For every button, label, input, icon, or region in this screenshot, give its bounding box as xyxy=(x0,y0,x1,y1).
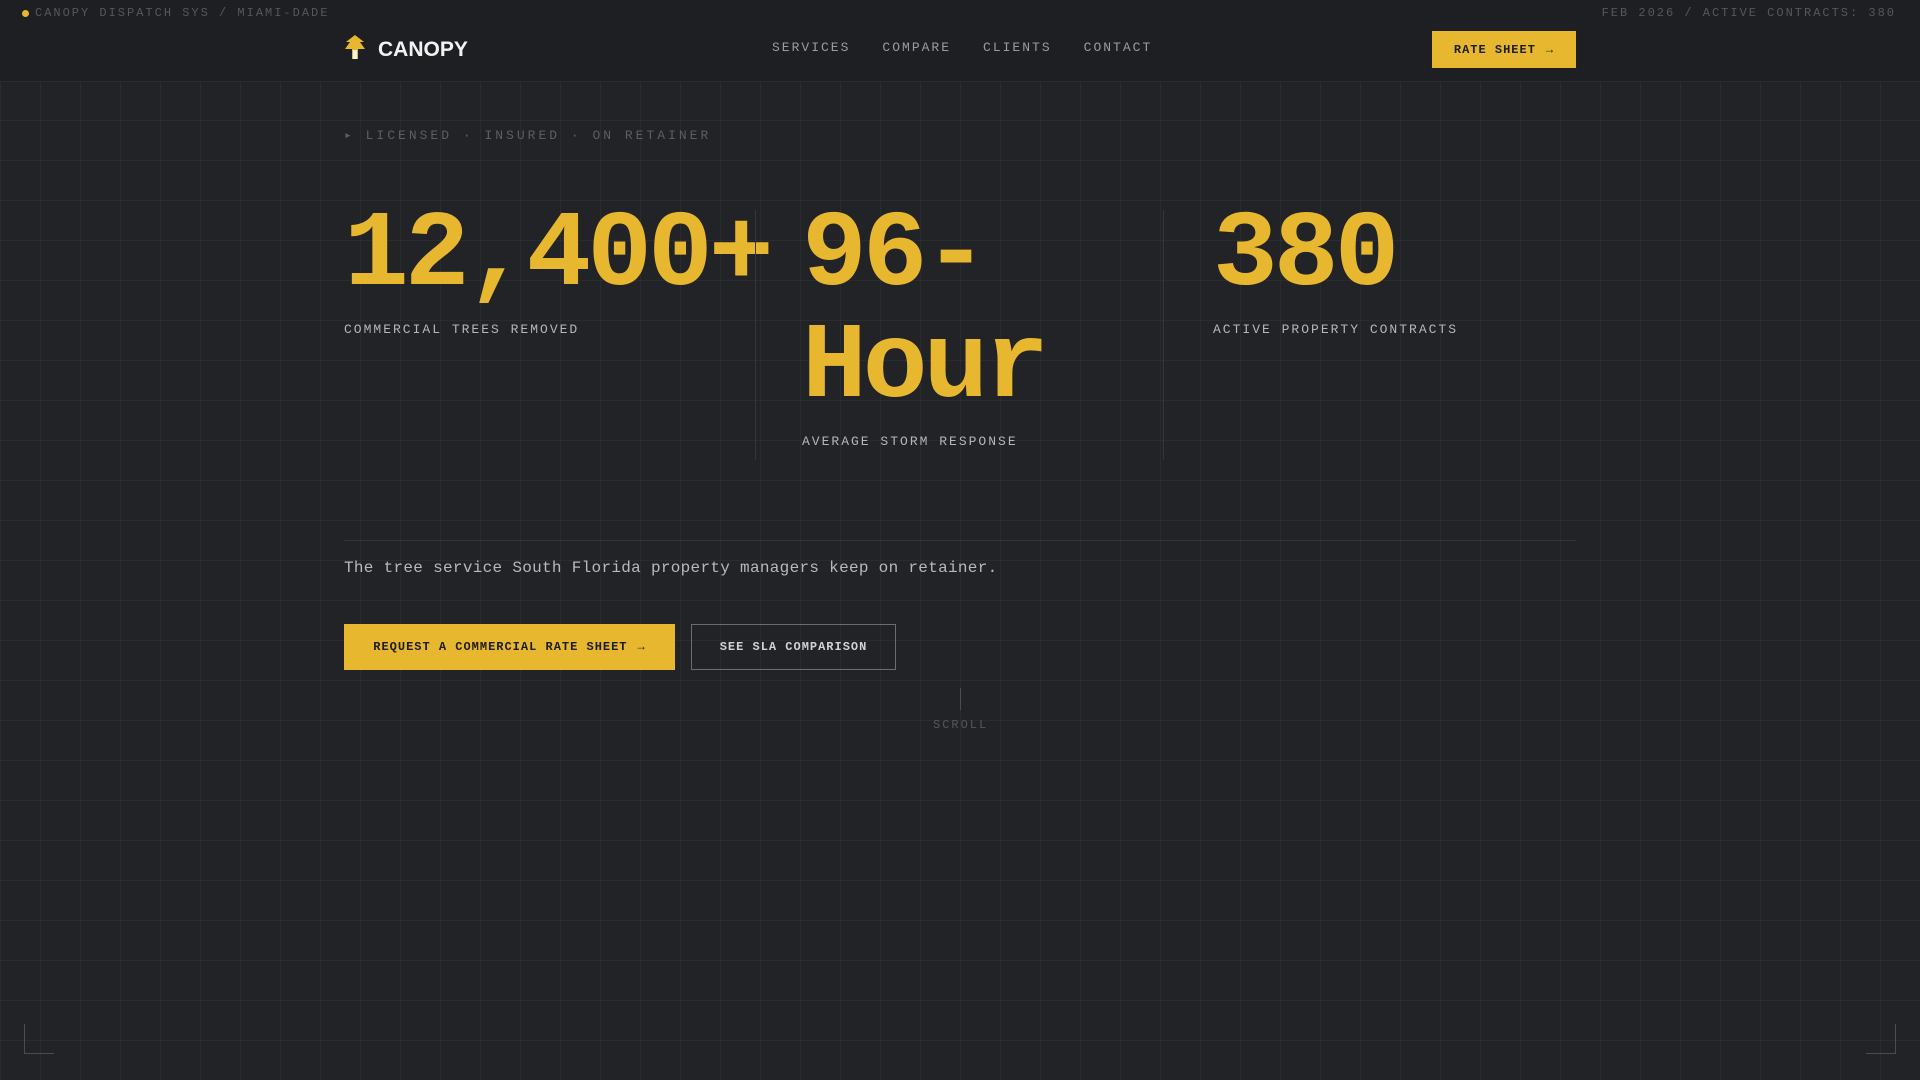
stat-label: AVERAGE STORM RESPONSE xyxy=(802,434,1018,449)
stat-value-line1: 96- xyxy=(802,195,988,317)
system-label: CANOPY DISPATCH SYS / MIAMI-DADE xyxy=(35,6,330,20)
tree-emblem-icon xyxy=(344,34,366,66)
main-nav: SERVICES COMPARE CLIENTS CONTACT xyxy=(772,40,1152,55)
nav-item-services[interactable]: SERVICES xyxy=(772,40,850,55)
system-contracts-readout: FEB 2026 / ACTIVE CONTRACTS: 380 xyxy=(1601,6,1896,20)
stat-value: 12,400+ xyxy=(344,195,774,317)
arrow-right-icon: → xyxy=(1545,42,1555,57)
stat-storm-response: 96- Hour AVERAGE STORM RESPONSE xyxy=(802,195,1049,449)
rate-sheet-label: RATE SHEET xyxy=(1453,42,1536,57)
hero-tagline: ▸ LICENSED · INSURED · ON RETAINER xyxy=(344,128,712,143)
rate-sheet-button[interactable]: RATE SHEET → xyxy=(1432,31,1576,68)
request-rate-sheet-button[interactable]: REQUEST A COMMERCIAL RATE SHEET → xyxy=(344,624,675,670)
corner-bracket-bottom-left xyxy=(24,1024,54,1054)
stat-divider xyxy=(1163,210,1164,460)
stat-value-line2: Hour xyxy=(802,307,1049,429)
brand-logo[interactable]: CANOPY xyxy=(344,34,468,66)
nav-item-contact[interactable]: CONTACT xyxy=(1084,40,1153,55)
nav-item-clients[interactable]: CLIENTS xyxy=(983,40,1052,55)
nav-item-compare[interactable]: COMPARE xyxy=(882,40,951,55)
stat-divider xyxy=(755,210,756,460)
system-status-line: CANOPY DISPATCH SYS / MIAMI-DADE FEB 202… xyxy=(22,6,1896,20)
scroll-label[interactable]: SCROLL xyxy=(933,718,988,732)
hero-divider xyxy=(344,540,1576,541)
stat-label: COMMERCIAL TREES REMOVED xyxy=(344,322,580,337)
stat-trees-removed: 12,400+ COMMERCIAL TREES REMOVED xyxy=(344,195,774,337)
hero-description: The tree service South Florida property … xyxy=(344,559,998,577)
sla-comparison-button[interactable]: SEE SLA COMPARISON xyxy=(691,624,896,670)
stat-label: ACTIVE PROPERTY CONTRACTS xyxy=(1213,322,1459,337)
scroll-indicator-line xyxy=(960,688,961,710)
brand-name: CANOPY xyxy=(378,38,468,61)
corner-bracket-bottom-right xyxy=(1866,1024,1896,1054)
stat-active-contracts: 380 ACTIVE PROPERTY CONTRACTS xyxy=(1213,200,1458,337)
arrow-right-icon: → xyxy=(637,640,646,654)
system-status-left: CANOPY DISPATCH SYS / MIAMI-DADE xyxy=(22,6,329,20)
top-navigation-bar: CANOPY DISPATCH SYS / MIAMI-DADE FEB 202… xyxy=(0,0,1920,82)
status-dot-icon xyxy=(22,9,29,17)
request-rate-sheet-label: REQUEST A COMMERCIAL RATE SHEET xyxy=(373,640,628,654)
stat-value: 380 xyxy=(1213,195,1399,317)
